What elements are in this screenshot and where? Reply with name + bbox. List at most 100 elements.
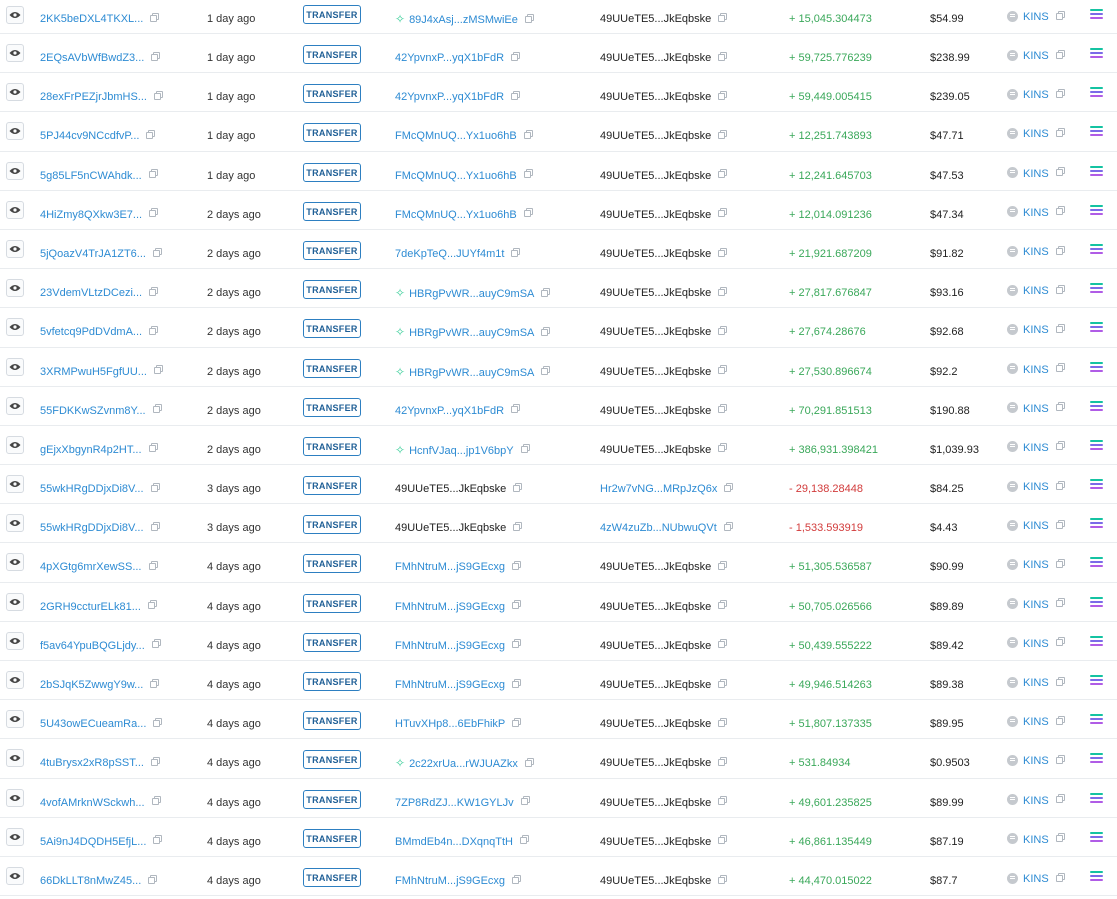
copy-icon[interactable] [150,484,158,492]
copy-icon[interactable] [523,131,531,139]
copy-icon[interactable] [1055,404,1063,412]
solana-lines-icon[interactable] [1090,126,1104,137]
signature-link[interactable]: 2EQsAVbWfBwdZ3... [40,52,144,64]
signature-link[interactable]: 2KK5beDXL4TKXL... [40,13,143,25]
solana-lines-icon[interactable] [1090,792,1104,803]
copy-icon[interactable] [152,406,160,414]
view-details-button[interactable] [6,475,24,494]
copy-icon[interactable] [520,837,527,845]
copy-icon[interactable] [718,641,726,649]
view-details-button[interactable] [6,788,24,807]
copy-icon[interactable] [1055,717,1063,725]
token-link[interactable]: KINS [1023,89,1049,101]
view-details-button[interactable] [6,83,24,102]
solana-lines-icon[interactable] [1090,753,1104,764]
copy-icon[interactable] [718,288,726,296]
signature-link[interactable]: 4HiZmy8QXkw3E7... [40,209,142,221]
copy-icon[interactable] [511,92,519,100]
signature-link[interactable]: 55FDKKwSZvnm8Y... [40,405,146,417]
solana-lines-icon[interactable] [1090,283,1104,294]
solana-lines-icon[interactable] [1090,243,1104,254]
copy-icon[interactable] [541,328,549,336]
solana-lines-icon[interactable] [1090,322,1104,333]
solana-lines-icon[interactable] [1090,48,1104,58]
token-link[interactable]: KINS [1023,50,1049,62]
copy-icon[interactable] [718,171,726,179]
to-address[interactable]: 49UUeTE5...JkEqbske [600,326,711,338]
signature-link[interactable]: 23VdemVLtzDCezi... [40,287,142,299]
signature-link[interactable]: 5jQoazV4TrJA1ZT6... [40,248,146,260]
signature-link[interactable]: 5g85LF5nCWAhdk... [40,170,142,182]
copy-icon[interactable] [1055,169,1063,177]
to-address[interactable]: 49UUeTE5...JkEqbske [600,797,711,809]
copy-icon[interactable] [718,327,726,335]
copy-icon[interactable] [718,719,726,727]
to-address[interactable]: 49UUeTE5...JkEqbske [600,170,711,182]
copy-icon[interactable] [513,523,521,531]
copy-icon[interactable] [152,249,160,257]
copy-icon[interactable] [1055,129,1063,137]
token-link[interactable]: KINS [1023,677,1049,689]
copy-icon[interactable] [718,131,726,139]
view-details-button[interactable] [6,553,24,572]
from-address[interactable]: HTuvXHp8...6EbFhikP [395,718,505,730]
copy-icon[interactable] [718,53,726,61]
from-address[interactable]: BMmdEb4n...DXqnqTtH [395,836,513,848]
copy-icon[interactable] [541,289,549,297]
copy-icon[interactable] [151,798,159,806]
to-address[interactable]: 49UUeTE5...JkEqbske [600,836,711,848]
solana-lines-icon[interactable] [1090,557,1104,568]
copy-icon[interactable] [718,798,726,806]
copy-icon[interactable] [150,758,158,766]
from-address[interactable]: FMcQMnUQ...Yx1uo6hB [395,170,517,182]
copy-icon[interactable] [723,523,731,531]
view-details-button[interactable] [6,866,24,885]
copy-icon[interactable] [150,14,158,22]
to-address[interactable]: 49UUeTE5...JkEqbske [600,757,711,769]
view-details-button[interactable] [6,239,24,258]
copy-icon[interactable] [512,641,520,649]
copy-icon[interactable] [1055,678,1063,686]
to-address[interactable]: 49UUeTE5...JkEqbske [600,91,711,103]
token-link[interactable]: KINS [1023,638,1049,650]
copy-icon[interactable] [151,641,159,649]
to-address[interactable]: 49UUeTE5...JkEqbske [600,248,711,260]
solana-lines-icon[interactable] [1090,518,1104,529]
to-address[interactable]: 49UUeTE5...JkEqbske [600,561,711,573]
copy-icon[interactable] [718,602,726,610]
copy-icon[interactable] [718,92,726,100]
copy-icon[interactable] [523,171,531,179]
token-link[interactable]: KINS [1023,755,1049,767]
to-address[interactable]: 49UUeTE5...JkEqbske [600,405,711,417]
copy-icon[interactable] [148,563,156,571]
to-address[interactable]: 49UUeTE5...JkEqbske [600,52,711,64]
to-address[interactable]: Hr2w7vNG...MRpJzQ6x [600,483,717,495]
from-address[interactable]: 2c22xrUa...rWJUAZkx [409,758,518,770]
view-details-button[interactable] [6,749,24,768]
token-link[interactable]: KINS [1023,128,1049,140]
copy-icon[interactable] [1055,208,1063,216]
to-address[interactable]: 49UUeTE5...JkEqbske [600,209,711,221]
to-address[interactable]: 49UUeTE5...JkEqbske [600,640,711,652]
copy-icon[interactable] [146,131,154,139]
token-link[interactable]: KINS [1023,716,1049,728]
copy-icon[interactable] [151,53,159,61]
token-link[interactable]: KINS [1023,834,1049,846]
from-address[interactable]: 42YpvnxP...yqX1bFdR [395,405,504,417]
copy-icon[interactable] [1055,874,1063,882]
copy-icon[interactable] [149,288,157,296]
solana-lines-icon[interactable] [1090,165,1104,176]
copy-icon[interactable] [523,210,531,218]
copy-icon[interactable] [1055,600,1063,608]
copy-icon[interactable] [718,876,726,884]
solana-lines-icon[interactable] [1090,439,1104,450]
copy-icon[interactable] [512,719,520,727]
copy-icon[interactable] [1055,756,1063,764]
from-address[interactable]: 49UUeTE5...JkEqbske [395,483,506,495]
signature-link[interactable]: 55wkHRgDDjxDi8V... [40,483,144,495]
signature-link[interactable]: 66DkLLT8nMwZ45... [40,875,141,887]
solana-lines-icon[interactable] [1090,870,1104,881]
copy-icon[interactable] [512,680,520,688]
token-link[interactable]: KINS [1023,599,1049,611]
from-address[interactable]: 7ZP8RdZJ...KW1GYLJv [395,797,514,809]
